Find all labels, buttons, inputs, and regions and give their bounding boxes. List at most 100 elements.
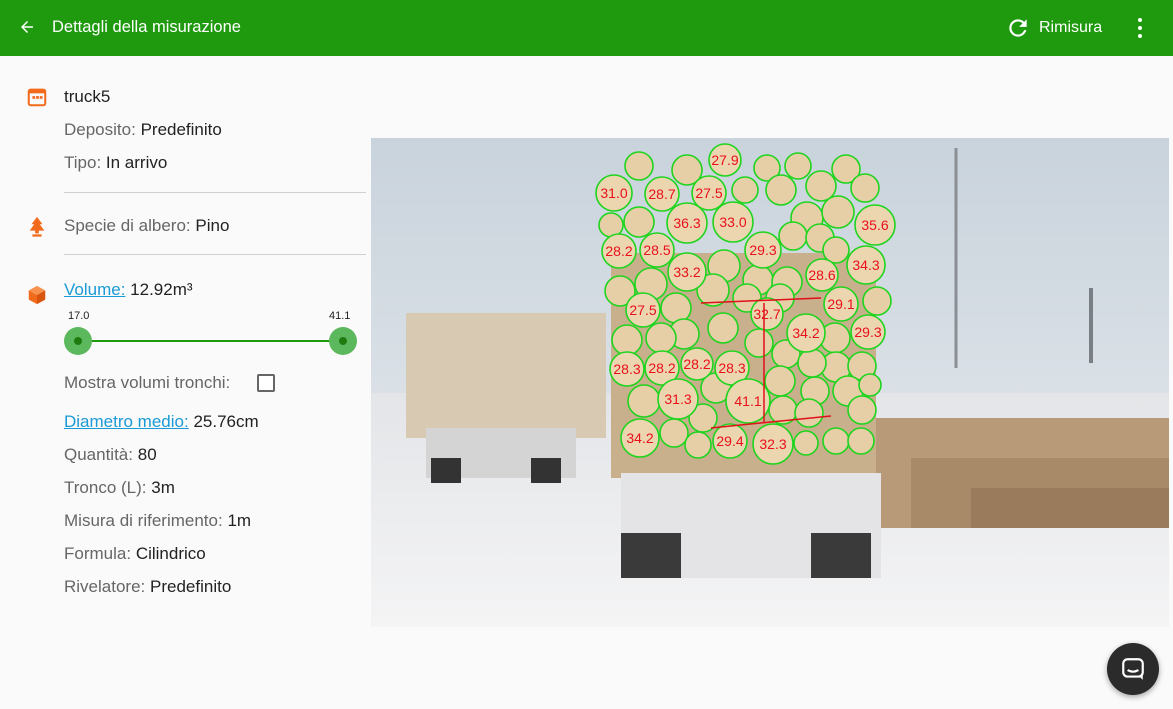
- app-bar: Dettagli della misurazione Rimisura: [0, 0, 1173, 56]
- log-circle: [805, 170, 837, 202]
- log-diameter-label: 28.3: [718, 360, 745, 376]
- log-diameter-label: 36.3: [673, 215, 700, 231]
- log-circle: [858, 373, 882, 397]
- log-circle: [624, 151, 654, 181]
- log-circle: [659, 418, 689, 448]
- more-vert-icon: [1138, 18, 1142, 22]
- log-diameter-label: 27.9: [711, 152, 738, 168]
- slider-min-label: 17.0: [68, 310, 90, 322]
- log-diameter-label: 28.3: [613, 361, 640, 377]
- log-circle: [862, 286, 892, 316]
- formula-row: Formula: Cilindrico: [64, 544, 206, 564]
- log-circle: [627, 384, 661, 418]
- log-diameter-label: 29.3: [749, 242, 776, 258]
- volume-row: Volume: 12.92m³: [64, 280, 193, 300]
- log-circle: [707, 312, 739, 344]
- deposit-value: Predefinito: [140, 120, 222, 139]
- page-title: Dettagli della misurazione: [52, 18, 241, 36]
- log-diameter-label: 28.7: [648, 186, 675, 202]
- log-diameter-label: 29.4: [716, 433, 743, 449]
- tree-icon: [29, 216, 45, 237]
- reference-value: 1m: [227, 511, 252, 530]
- left-truck: [406, 313, 606, 483]
- slider-max-thumb[interactable]: [329, 327, 357, 355]
- chat-icon: [1122, 658, 1144, 680]
- log-diameter-label: 27.5: [629, 302, 656, 318]
- log-diameter-label: 29.3: [854, 324, 881, 340]
- avg-diameter-link[interactable]: Diametro medio:: [64, 412, 189, 431]
- slider-max-label: 41.1: [329, 310, 351, 322]
- log-circle: [847, 427, 875, 455]
- reference-row: Misura di riferimento: 1m: [64, 511, 251, 531]
- details-panel: truck5 Deposito: Predefinito Tipo: In ar…: [0, 56, 370, 709]
- log-circle: [847, 395, 877, 425]
- volume-value: 12.92m³: [130, 280, 193, 299]
- log-diameter-label: 28.5: [643, 242, 670, 258]
- more-options-button[interactable]: [1128, 14, 1152, 42]
- stacked-logs-right: [871, 418, 1169, 528]
- show-volumes-label: Mostra volumi tronchi:: [64, 373, 231, 392]
- log-circle: [684, 431, 712, 459]
- divider: [64, 254, 366, 255]
- log-diameter-label: 32.3: [759, 436, 786, 452]
- log-diameter-label: 34.3: [852, 257, 879, 273]
- divider: [64, 192, 366, 193]
- log-diameter-label: 28.2: [648, 360, 675, 376]
- reference-label: Misura di riferimento:: [64, 511, 223, 530]
- truck-photo-illustration: 27.9 31.0 28.7 27.5 36.3 33.0 35.6 28.2 28.5 29.3…: [371, 138, 1169, 627]
- refresh-icon: [1009, 19, 1027, 37]
- detector-label: Rivelatore:: [64, 577, 146, 596]
- log-diameter-label: 27.5: [695, 185, 722, 201]
- more-vert-dot: [1138, 34, 1142, 38]
- formula-label: Formula:: [64, 544, 132, 563]
- formula-value: Cilindrico: [135, 544, 206, 563]
- log-diameter-label: 31.0: [600, 185, 627, 201]
- deposit-label: Deposito:: [64, 120, 136, 139]
- log-diameter-label: 29.1: [827, 296, 854, 312]
- measurement-photo[interactable]: 27.9 31.0 28.7 27.5 36.3 33.0 35.6 28.2 28.5 29.3…: [371, 138, 1169, 627]
- log-diameter-label: 28.6: [808, 267, 835, 283]
- log-circle: [611, 324, 643, 356]
- remeasure-label: Rimisura: [1039, 19, 1103, 36]
- log-length-value: 3m: [151, 478, 175, 497]
- remeasure-button[interactable]: Rimisura: [1005, 14, 1102, 42]
- log-diameter-label: 28.2: [605, 243, 632, 259]
- log-diameter-label: 32.7: [753, 306, 780, 322]
- log-circle: [778, 221, 808, 251]
- show-volumes-row: Mostra volumi tronchi:: [64, 373, 230, 393]
- log-diameter-label: 34.2: [626, 430, 653, 446]
- quantity-row: Quantità: 80: [64, 445, 157, 465]
- volume-link[interactable]: Volume:: [64, 280, 125, 299]
- log-circle: [821, 195, 855, 229]
- log-circle: [645, 322, 677, 354]
- log-circle: [764, 365, 796, 397]
- detector-row: Rivelatore: Predefinito: [64, 577, 231, 597]
- avg-diameter-value: 25.76cm: [193, 412, 259, 431]
- show-volumes-checkbox[interactable]: [257, 374, 275, 392]
- log-diameter-label: 33.0: [719, 214, 746, 230]
- back-button[interactable]: [14, 14, 40, 40]
- log-length-row: Tronco (L): 3m: [64, 478, 175, 498]
- type-label: Tipo:: [64, 153, 102, 172]
- log-circle: [731, 176, 759, 204]
- deposit-row: Deposito: Predefinito: [64, 120, 222, 140]
- log-diameter-label: 35.6: [861, 217, 888, 233]
- species-row: Specie di albero: Pino: [64, 216, 229, 236]
- log-circle: [797, 348, 827, 378]
- quantity-value: 80: [137, 445, 157, 464]
- avg-diameter-row: Diametro medio: 25.76cm: [64, 412, 259, 432]
- log-diameter-label: 34.2: [792, 325, 819, 341]
- species-value: Pino: [195, 216, 230, 235]
- chat-button[interactable]: [1107, 643, 1159, 695]
- diameter-range-slider[interactable]: 17.0 41.1: [64, 310, 358, 370]
- slider-track: [78, 340, 342, 342]
- log-diameter-label: 41.1: [734, 393, 761, 409]
- log-circle: [765, 174, 797, 206]
- log-circle: [623, 206, 655, 238]
- quantity-label: Quantità:: [64, 445, 133, 464]
- species-label: Specie di albero:: [64, 216, 191, 235]
- log-circle: [784, 152, 812, 180]
- slider-min-thumb[interactable]: [64, 327, 92, 355]
- type-row: Tipo: In arrivo: [64, 153, 167, 173]
- calendar-icon: [27, 88, 47, 107]
